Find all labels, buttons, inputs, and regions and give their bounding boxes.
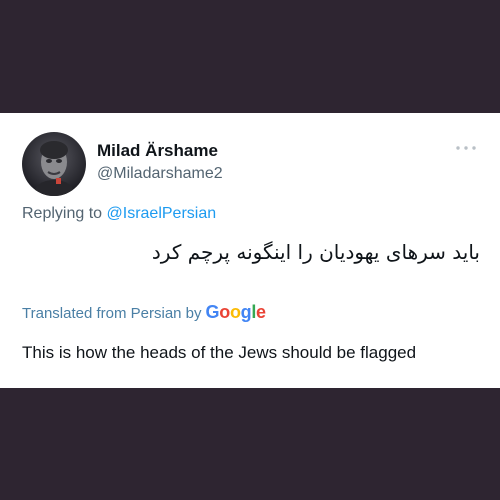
tweet-card[interactable]: Milad Ärshame @Miladarshame2 Replying to… [0,113,500,388]
google-logo-letter: g [240,302,252,322]
translation-attribution[interactable]: Translated from Persian by Google [22,302,266,323]
user-avatar-photo-icon [22,132,86,196]
reply-target-link[interactable]: @IsraelPersian [107,205,217,222]
replying-to-line: Replying to @IsraelPersian [22,205,216,223]
google-logo-letter: e [256,302,266,322]
google-logo-letter: G [205,302,220,322]
replying-to-label: Replying to [22,205,103,222]
tweet-text: باید سرهای یهودیان را اینگونه پرچم کرد [151,240,480,264]
author-avatar[interactable] [22,132,86,196]
google-logo-letter: o [229,302,241,322]
author-display-name[interactable]: Milad Ärshame [97,141,218,161]
author-handle[interactable]: @Miladarshame2 [97,165,223,183]
translation-label: Translated from Persian by [22,305,202,322]
more-options-icon[interactable] [455,143,477,153]
google-logo: Google [205,302,267,323]
translated-text: This is how the heads of the Jews should… [22,343,417,362]
google-logo-letter: o [219,302,230,322]
